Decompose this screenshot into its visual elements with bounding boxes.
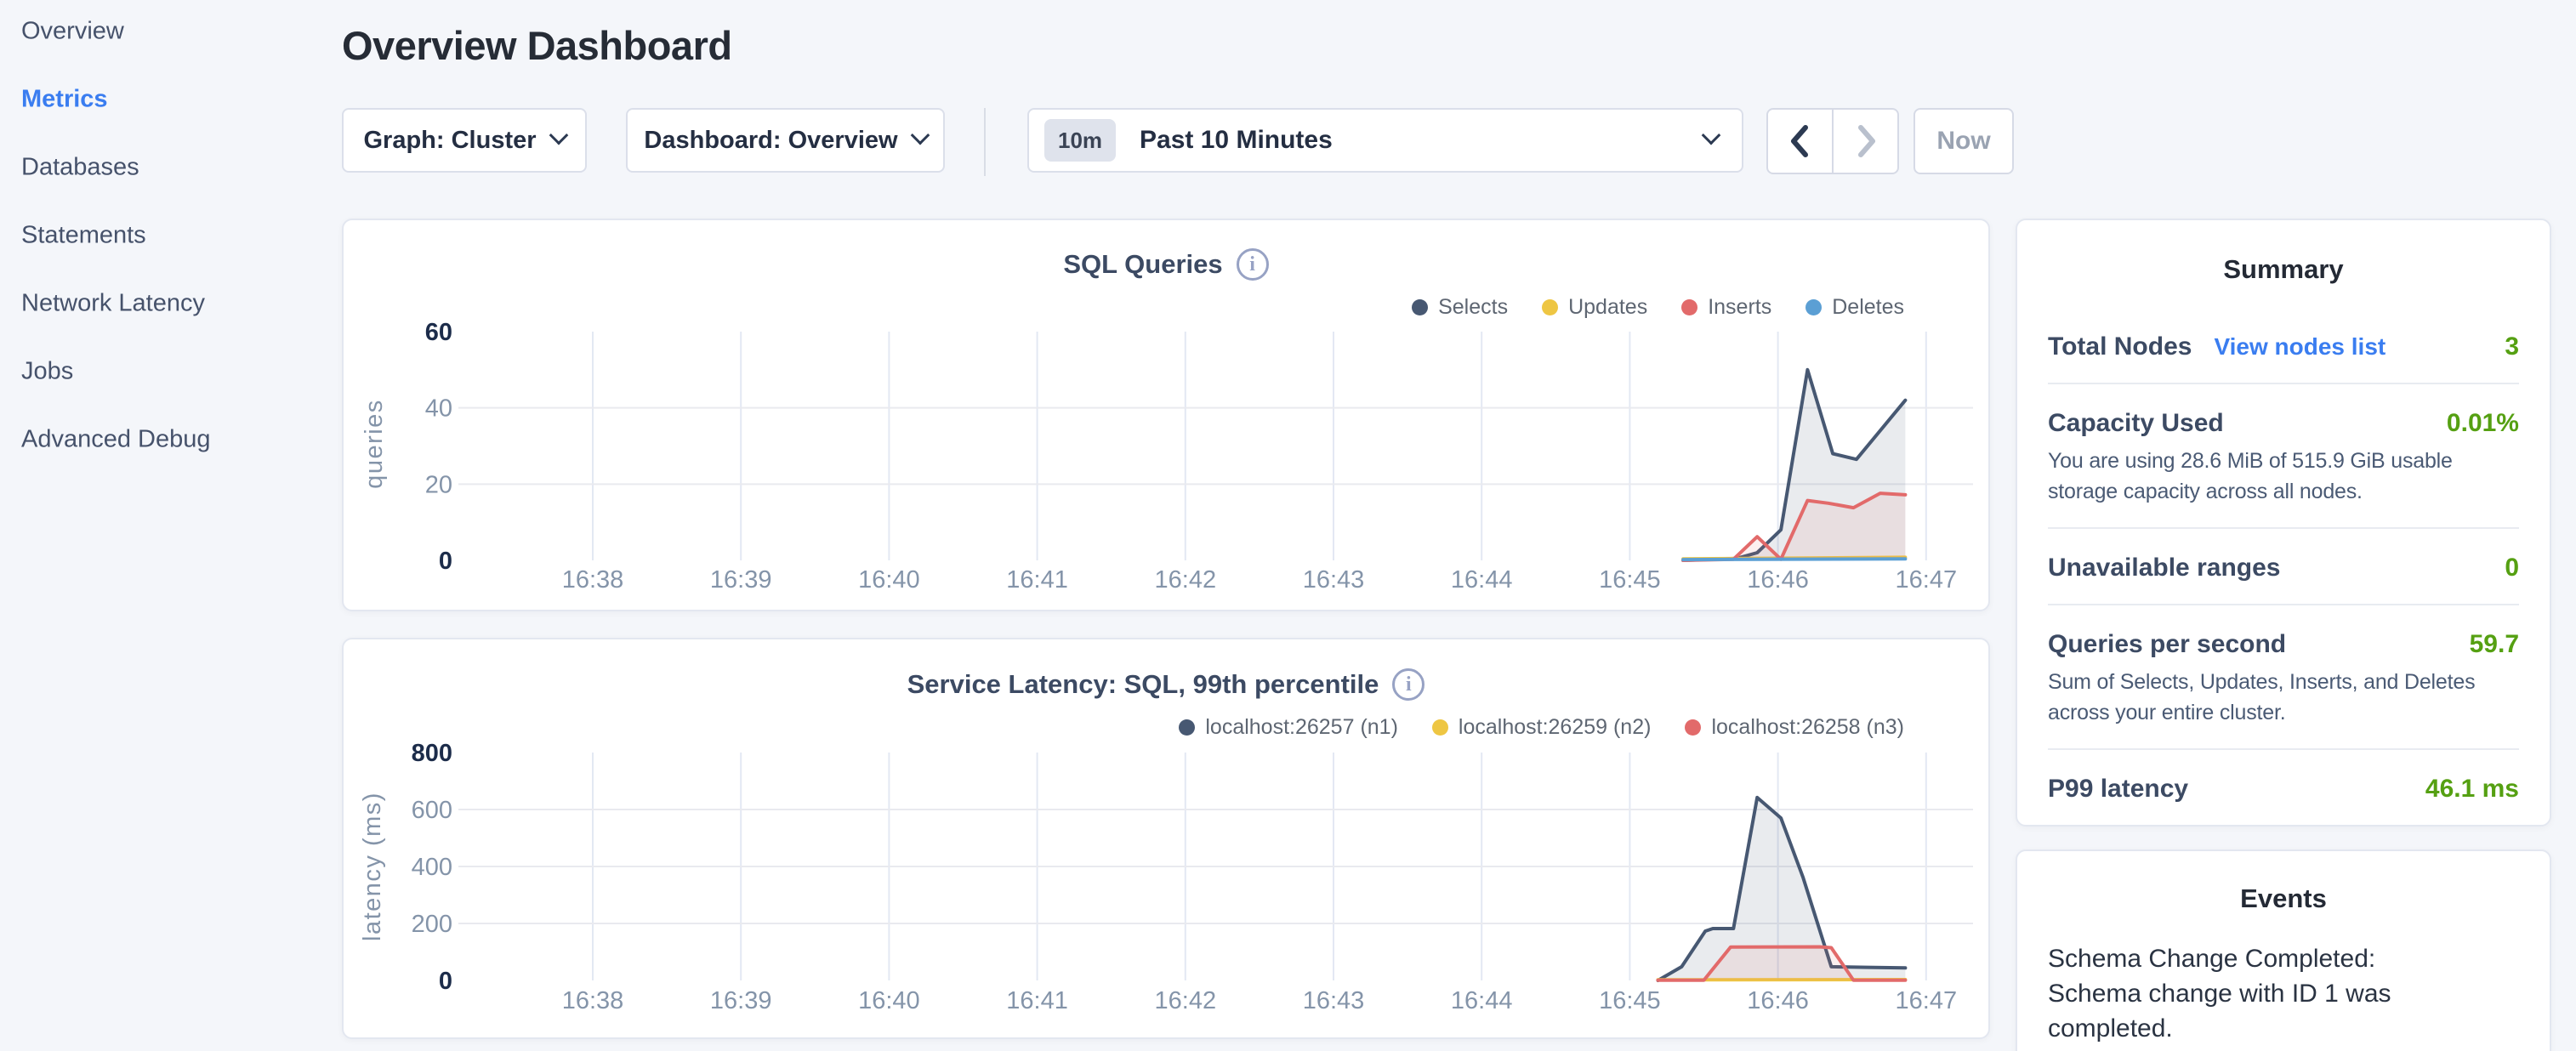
chevron-down-icon <box>910 126 930 145</box>
svg-text:latency (ms): latency (ms) <box>359 792 386 941</box>
summary-row-label: Unavailable ranges <box>2048 553 2280 583</box>
chevron-right-icon <box>1849 119 1883 163</box>
svg-text:0: 0 <box>439 968 452 995</box>
chevron-down-icon <box>549 126 568 145</box>
svg-text:40: 40 <box>425 395 452 423</box>
summary-row-description: You are using 28.6 MiB of 515.9 GiB usab… <box>2048 446 2519 507</box>
summary-row-capacity-used: Capacity Used 0.01% <box>2048 408 2519 439</box>
svg-text:16:44: 16:44 <box>1451 987 1513 1014</box>
summary-panel: Summary Total Nodes View nodes list 3 Capac… <box>2016 219 2551 827</box>
events-title: Events <box>2048 883 2519 914</box>
svg-text:16:38: 16:38 <box>562 987 624 1014</box>
event-message: Schema Change Completed: Schema change w… <box>2048 941 2473 1046</box>
sidebar-item-advanced-debug[interactable]: Advanced Debug <box>21 426 211 454</box>
svg-text:16:44: 16:44 <box>1451 566 1513 594</box>
summary-divider <box>2048 527 2519 529</box>
sql-queries-chart-card: SQL Queries i SelectsUpdatesInsertsDelet… <box>342 219 1990 611</box>
svg-text:20: 20 <box>425 471 452 498</box>
summary-rows: Total Nodes View nodes list 3 Capacity Used… <box>2048 332 2519 804</box>
sidebar-item-statements[interactable]: Statements <box>21 222 146 250</box>
graph-dropdown[interactable]: Graph: Cluster <box>342 108 587 173</box>
svg-text:16:39: 16:39 <box>710 987 772 1014</box>
sidebar-item-overview[interactable]: Overview <box>21 18 124 46</box>
events-panel: Events Schema Change Completed: Schema c… <box>2016 849 2551 1051</box>
svg-text:0: 0 <box>439 548 452 575</box>
svg-text:16:41: 16:41 <box>1006 566 1068 594</box>
summary-row-value: 59.7 <box>2470 629 2519 660</box>
svg-text:16:45: 16:45 <box>1599 566 1661 594</box>
svg-text:16:39: 16:39 <box>710 566 772 594</box>
svg-text:60: 60 <box>425 319 452 346</box>
time-range-badge: 10m <box>1044 119 1116 162</box>
service-latency-chart-card: Service Latency: SQL, 99th percentile i … <box>342 638 1990 1039</box>
chart-plot[interactable]: 16:38 16:39 16:40 16:41 16:42 16:43 16:44 16:45… <box>344 639 1992 1041</box>
svg-text:queries: queries <box>361 399 388 489</box>
summary-divider <box>2048 748 2519 750</box>
svg-text:800: 800 <box>412 740 452 767</box>
sidebar-item-jobs[interactable]: Jobs <box>21 358 73 386</box>
dashboard-dropdown-label: Dashboard: Overview <box>644 127 897 155</box>
summary-row-unavailable-ranges: Unavailable ranges 0 <box>2048 553 2519 583</box>
summary-row-total-nodes: Total Nodes View nodes list 3 <box>2048 332 2519 362</box>
svg-text:16:40: 16:40 <box>858 987 920 1014</box>
events-list: Schema Change Completed: Schema change w… <box>2048 941 2519 1051</box>
time-range-selector[interactable]: 10m Past 10 Minutes <box>1027 108 1743 173</box>
sidebar-item-metrics[interactable]: Metrics <box>21 86 108 114</box>
svg-text:600: 600 <box>412 797 452 824</box>
svg-text:16:47: 16:47 <box>1896 566 1958 594</box>
summary-divider <box>2048 604 2519 605</box>
summary-row-label: Queries per second <box>2048 629 2286 660</box>
summary-row-description: Sum of Selects, Updates, Inserts, and De… <box>2048 667 2519 728</box>
toolbar-divider <box>984 108 986 176</box>
svg-text:16:38: 16:38 <box>562 566 624 594</box>
chart-plot[interactable]: 16:38 16:39 16:40 16:41 16:42 16:43 16:44 16:45… <box>344 220 1992 613</box>
summary-row-value: 0 <box>2505 553 2519 583</box>
now-button[interactable]: Now <box>1914 108 2014 174</box>
summary-row-value: 0.01% <box>2447 408 2519 439</box>
summary-row-label: P99 latency <box>2048 774 2188 804</box>
summary-row-queries-per-second: Queries per second 59.7 <box>2048 629 2519 660</box>
summary-divider <box>2048 383 2519 384</box>
svg-text:16:45: 16:45 <box>1599 987 1661 1014</box>
time-step-buttons <box>1766 108 1899 174</box>
page-title: Overview Dashboard <box>342 22 732 69</box>
summary-row-label: Total Nodes <box>2048 332 2192 362</box>
svg-text:16:42: 16:42 <box>1155 566 1217 594</box>
dashboard-dropdown[interactable]: Dashboard: Overview <box>626 108 945 173</box>
svg-text:200: 200 <box>412 911 452 938</box>
svg-text:400: 400 <box>412 854 452 881</box>
summary-row-value: 46.1 ms <box>2425 774 2519 804</box>
svg-text:16:40: 16:40 <box>858 566 920 594</box>
graph-dropdown-label: Graph: Cluster <box>363 127 536 155</box>
svg-text:16:46: 16:46 <box>1747 987 1809 1014</box>
sidebar: Overview Metrics Databases Statements Networ… <box>0 0 323 1051</box>
chevron-left-icon <box>1783 119 1817 163</box>
time-back-button[interactable] <box>1768 110 1834 173</box>
view-nodes-list-link[interactable]: View nodes list <box>2214 332 2386 362</box>
sidebar-item-network-latency[interactable]: Network Latency <box>21 290 205 318</box>
sidebar-item-databases[interactable]: Databases <box>21 154 139 182</box>
summary-row-label: Capacity Used <box>2048 408 2224 439</box>
summary-row-p99-latency: P99 latency 46.1 ms <box>2048 774 2519 804</box>
summary-row-value: 3 <box>2505 332 2519 362</box>
time-range-label: Past 10 Minutes <box>1140 126 1333 155</box>
svg-text:16:41: 16:41 <box>1006 987 1068 1014</box>
svg-text:16:46: 16:46 <box>1747 566 1809 594</box>
svg-text:16:42: 16:42 <box>1155 987 1217 1014</box>
chevron-down-icon <box>1702 126 1721 145</box>
summary-title: Summary <box>2048 254 2519 285</box>
svg-text:16:47: 16:47 <box>1896 987 1958 1014</box>
svg-text:16:43: 16:43 <box>1303 566 1365 594</box>
time-forward-button[interactable] <box>1834 110 1897 173</box>
svg-text:16:43: 16:43 <box>1303 987 1365 1014</box>
